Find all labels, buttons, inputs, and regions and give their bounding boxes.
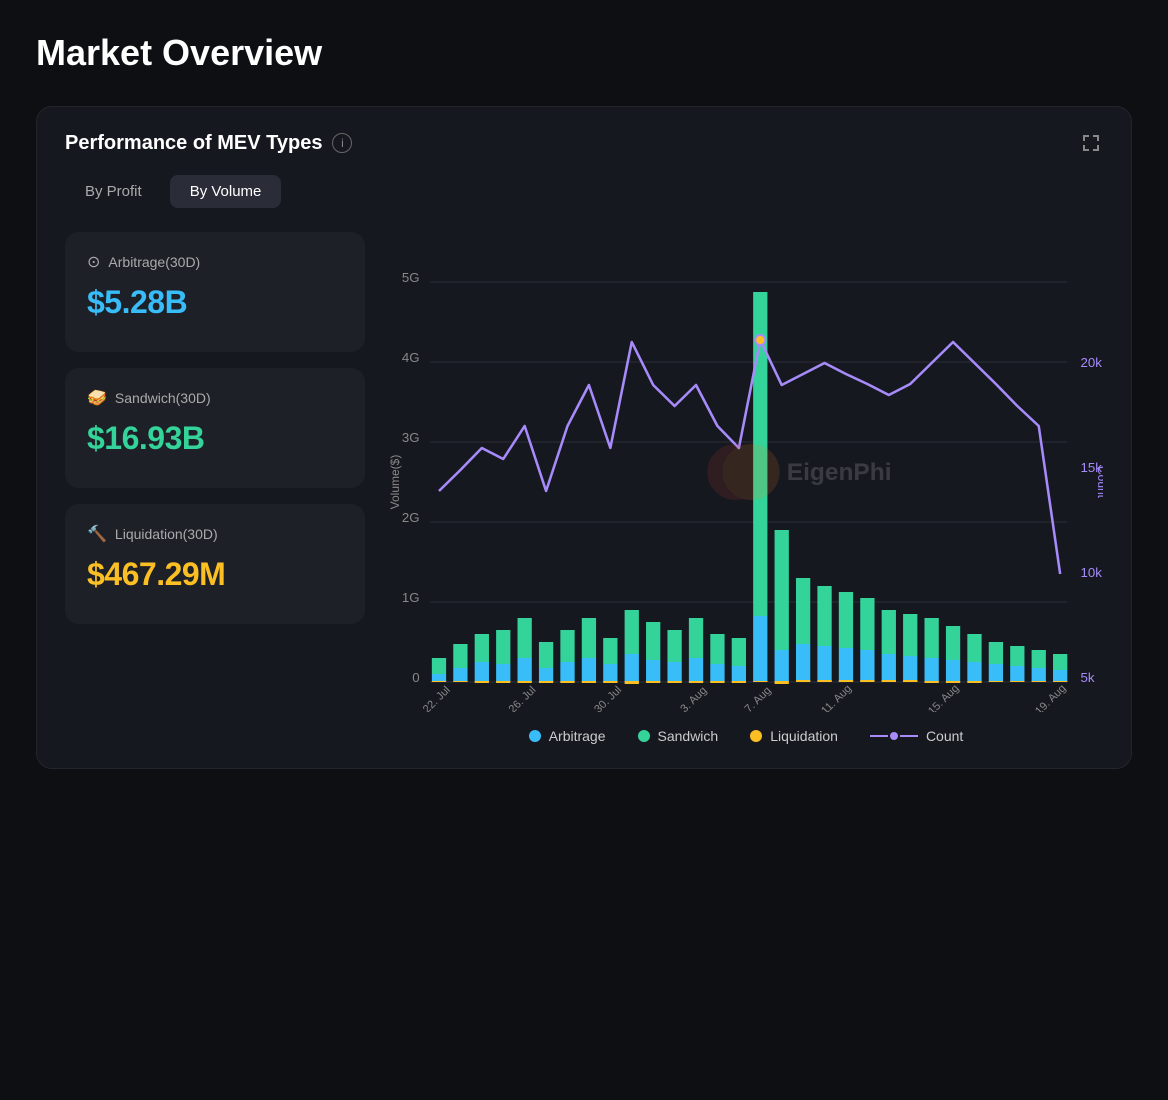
svg-text:26. Jul: 26. Jul xyxy=(507,684,539,712)
legend-row: Arbitrage Sandwich Liquidation Co xyxy=(389,728,1103,744)
svg-text:5G: 5G xyxy=(402,270,420,285)
svg-text:30. Jul: 30. Jul xyxy=(592,684,624,712)
legend-sandwich: Sandwich xyxy=(638,728,719,744)
arbitrage-label: ⊙ Arbitrage(30D) xyxy=(87,252,343,272)
svg-text:2G: 2G xyxy=(402,510,420,525)
tab-by-volume[interactable]: By Volume xyxy=(170,175,282,208)
legend-liquidation: Liquidation xyxy=(750,728,838,744)
legend-dot-count xyxy=(890,732,898,740)
metric-arbitrage: ⊙ Arbitrage(30D) $5.28B xyxy=(65,232,365,352)
legend-label-count: Count xyxy=(926,728,963,744)
svg-text:Volume($): Volume($) xyxy=(389,455,402,510)
svg-text:15. Aug: 15. Aug xyxy=(926,683,961,712)
tab-row: By Profit By Volume xyxy=(65,175,1103,208)
watermark: EigenPhi xyxy=(707,444,891,500)
legend-label-liquidation: Liquidation xyxy=(770,728,838,744)
svg-text:3G: 3G xyxy=(402,430,420,445)
legend-dot-sandwich xyxy=(638,730,650,742)
legend-count: Count xyxy=(870,728,963,744)
liquidation-value: $467.29M xyxy=(87,556,343,593)
legend-line-segment xyxy=(870,735,888,737)
svg-text:0: 0 xyxy=(412,670,419,685)
liquidation-icon: 🔨 xyxy=(87,524,107,544)
chart-svg: 0 1G 2G 3G 4G 5G 5k 10k 15k 20k Volume($… xyxy=(389,232,1103,712)
svg-text:3. Aug: 3. Aug xyxy=(678,685,709,712)
legend-dot-arbitrage xyxy=(529,730,541,742)
sandwich-value: $16.93B xyxy=(87,420,343,457)
legend-arbitrage: Arbitrage xyxy=(529,728,606,744)
metric-liquidation: 🔨 Liquidation(30D) $467.29M xyxy=(65,504,365,624)
svg-text:22. Jul: 22. Jul xyxy=(421,684,453,712)
liquidation-label-text: Liquidation(30D) xyxy=(115,526,218,542)
sandwich-label-text: Sandwich(30D) xyxy=(115,390,211,406)
svg-text:5k: 5k xyxy=(1081,670,1095,685)
sandwich-icon: 🥪 xyxy=(87,388,107,408)
metric-sandwich: 🥪 Sandwich(30D) $16.93B xyxy=(65,368,365,488)
svg-text:Count: Count xyxy=(1095,466,1103,499)
arbitrage-value: $5.28B xyxy=(87,284,343,321)
legend-dot-liquidation xyxy=(750,730,762,742)
legend-label-sandwich: Sandwich xyxy=(658,728,719,744)
legend-line-segment2 xyxy=(900,735,918,737)
chart-area: 0 1G 2G 3G 4G 5G 5k 10k 15k 20k Volume($… xyxy=(389,232,1103,744)
performance-card: Performance of MEV Types i By Profit By … xyxy=(36,106,1132,769)
card-header-left: Performance of MEV Types i xyxy=(65,132,352,155)
card-title: Performance of MEV Types xyxy=(65,132,322,155)
svg-text:EigenPhi: EigenPhi xyxy=(787,459,892,486)
svg-text:10k: 10k xyxy=(1081,565,1103,580)
svg-text:4G: 4G xyxy=(402,350,420,365)
metrics-column: ⊙ Arbitrage(30D) $5.28B 🥪 Sandwich(30D) … xyxy=(65,232,365,744)
svg-text:11. Aug: 11. Aug xyxy=(819,683,854,712)
tab-by-profit[interactable]: By Profit xyxy=(65,175,162,208)
info-icon[interactable]: i xyxy=(332,133,352,153)
arbitrage-label-text: Arbitrage(30D) xyxy=(108,254,200,270)
content-area: ⊙ Arbitrage(30D) $5.28B 🥪 Sandwich(30D) … xyxy=(65,232,1103,744)
spike-dot xyxy=(755,335,765,345)
legend-line-count xyxy=(870,732,918,740)
sandwich-label: 🥪 Sandwich(30D) xyxy=(87,388,343,408)
liquidation-label: 🔨 Liquidation(30D) xyxy=(87,524,343,544)
arbitrage-icon: ⊙ xyxy=(87,252,100,272)
chart-container: 0 1G 2G 3G 4G 5G 5k 10k 15k 20k Volume($… xyxy=(389,232,1103,712)
svg-text:20k: 20k xyxy=(1081,355,1103,370)
page-title: Market Overview xyxy=(36,32,1132,74)
card-header: Performance of MEV Types i xyxy=(65,131,1103,155)
expand-icon[interactable] xyxy=(1079,131,1103,155)
legend-label-arbitrage: Arbitrage xyxy=(549,728,606,744)
svg-text:19. Aug: 19. Aug xyxy=(1033,683,1068,712)
svg-text:7. Aug: 7. Aug xyxy=(743,685,774,712)
svg-text:1G: 1G xyxy=(402,590,420,605)
